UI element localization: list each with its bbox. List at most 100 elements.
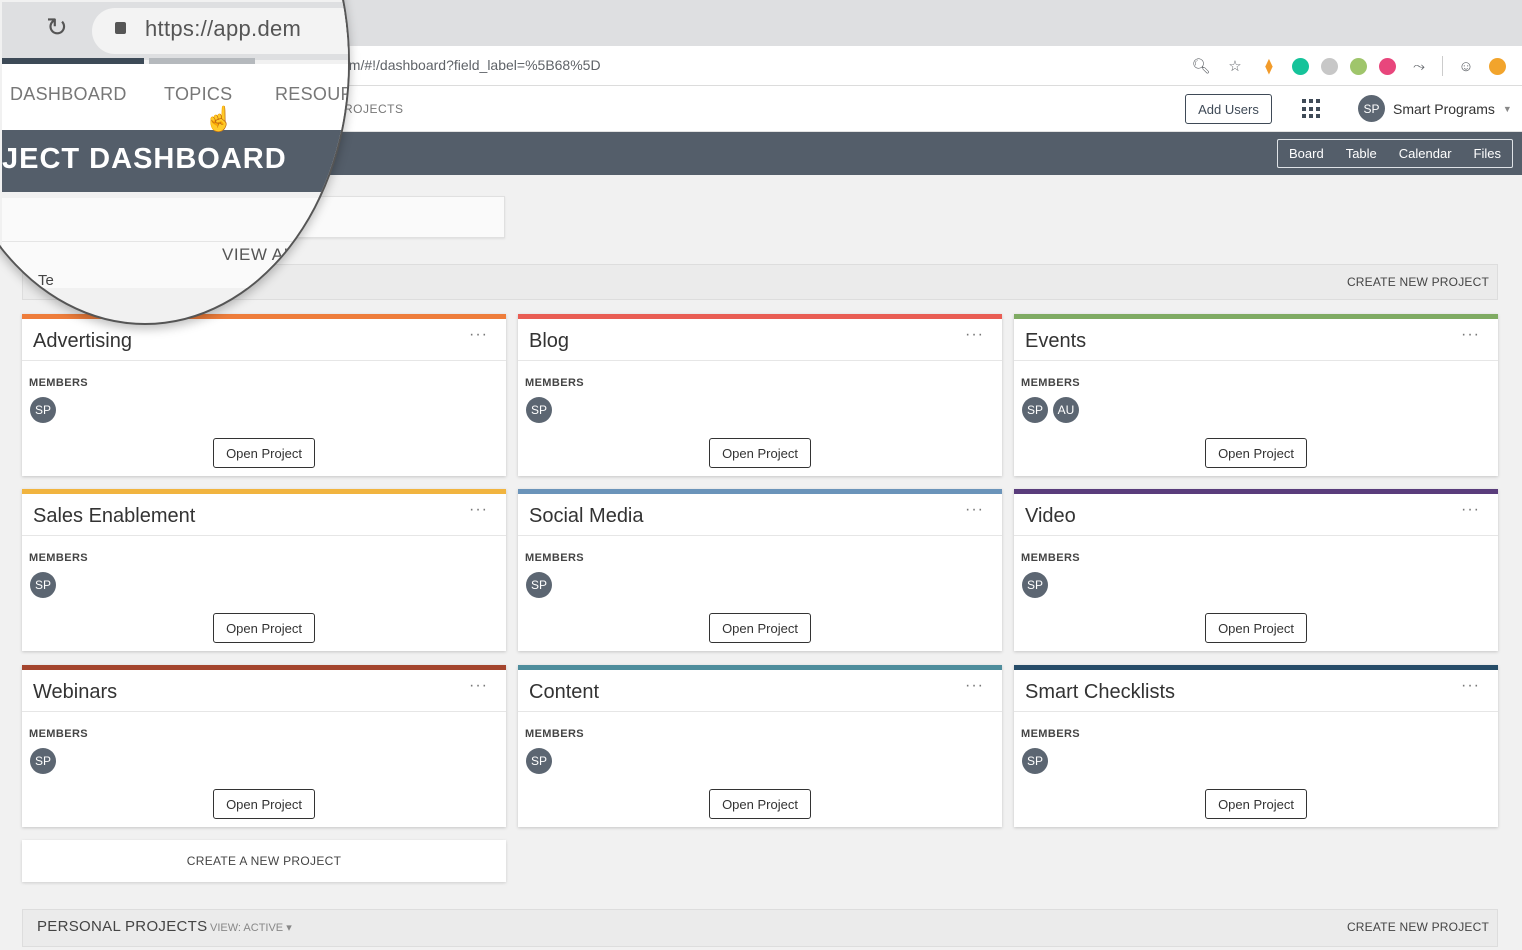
members-label: MEMBERS [29,552,89,564]
member-avatar[interactable]: AU [1053,397,1079,423]
create-new-project-card[interactable]: CREATE A NEW PROJECT [22,840,506,882]
more-options-icon[interactable]: ··· [965,326,984,344]
rss-icon[interactable]: ⧫ [1258,55,1280,77]
open-project-button[interactable]: Open Project [1205,438,1307,468]
project-title[interactable]: Sales Enablement [33,505,195,528]
reload-icon[interactable]: ↻ [46,12,68,43]
member-avatar[interactable]: SP [1022,397,1048,423]
more-options-icon[interactable]: ··· [1461,677,1480,695]
project-color-stripe [518,665,1002,670]
card-divider [1014,535,1498,536]
member-avatar[interactable]: SP [30,748,56,774]
personal-projects-bar: PERSONAL PROJECTS VIEW: ACTIVE ▾ CREATE … [22,909,1498,947]
project-color-stripe [1014,489,1498,494]
android-icon[interactable] [1350,57,1367,75]
project-title[interactable]: Smart Checklists [1025,681,1175,704]
more-options-icon[interactable]: ··· [469,677,488,695]
open-project-button[interactable]: Open Project [1205,789,1307,819]
open-project-button[interactable]: Open Project [709,789,811,819]
member-list: SP [526,748,552,774]
magnified-url[interactable]: https://app.dem [145,16,301,42]
create-new-project-link[interactable]: CREATE NEW PROJECT [1347,275,1489,289]
project-color-stripe [518,489,1002,494]
pink-extension-icon[interactable] [1379,57,1396,75]
url-text[interactable]: com/#!/dashboard?field_label=%5B68%5D [334,57,601,73]
member-avatar[interactable]: SP [526,748,552,774]
project-title[interactable]: Blog [529,330,569,353]
project-card: Social Media ··· MEMBERS SP Open Project [518,489,1002,651]
view-files[interactable]: Files [1463,146,1512,161]
project-color-stripe [518,314,1002,319]
nav-tab-topics[interactable]: TOPICS [164,84,232,105]
open-project-button[interactable]: Open Project [213,438,315,468]
member-avatar[interactable]: SP [1022,748,1048,774]
personal-projects-title: PERSONAL PROJECTS [37,918,208,935]
project-card: Content ··· MEMBERS SP Open Project [518,665,1002,827]
project-color-stripe [1014,314,1498,319]
member-list: SP [1022,572,1048,598]
members-label: MEMBERS [1021,552,1081,564]
extension-t-icon[interactable] [1321,57,1338,75]
card-divider [518,535,1002,536]
star-icon[interactable]: ☆ [1224,55,1246,77]
create-personal-project-link[interactable]: CREATE NEW PROJECT [1347,920,1489,934]
member-avatar[interactable]: SP [30,397,56,423]
view-calendar[interactable]: Calendar [1388,146,1463,161]
more-options-icon[interactable]: ··· [469,326,488,344]
card-divider [22,711,506,712]
project-card: Webinars ··· MEMBERS SP Open Project [22,665,506,827]
project-title[interactable]: Social Media [529,505,644,528]
card-divider [22,535,506,536]
view-filter-dropdown[interactable]: VIEW: ACTIVE ▾ [210,921,292,934]
members-label: MEMBERS [1021,377,1081,389]
member-avatar[interactable]: SP [526,572,552,598]
open-project-button[interactable]: Open Project [709,438,811,468]
project-title[interactable]: Video [1025,505,1076,528]
members-label: MEMBERS [1021,728,1081,740]
grammarly-icon[interactable] [1292,57,1309,75]
project-card: Sales Enablement ··· MEMBERS SP Open Project [22,489,506,651]
nav-tab-resources[interactable]: RESOUR [275,84,348,105]
more-options-icon[interactable]: ··· [965,501,984,519]
member-list: SP [30,572,56,598]
member-avatar[interactable]: SP [526,397,552,423]
more-options-icon[interactable]: ··· [469,501,488,519]
project-title[interactable]: Content [529,681,599,704]
project-title[interactable]: Advertising [33,330,132,353]
nav-projects-link[interactable]: ROJECTS [344,102,404,116]
member-avatar[interactable]: SP [1022,572,1048,598]
extension-divider [1442,56,1443,76]
view-table[interactable]: Table [1335,146,1388,161]
more-options-icon[interactable]: ··· [965,677,984,695]
browser-extensions: 🔍︎ ☆ ⧫ ⤳ ☺ [1190,55,1506,77]
apps-grid-icon[interactable] [1302,99,1322,119]
view-board[interactable]: Board [1278,146,1335,161]
member-avatar[interactable]: SP [30,572,56,598]
view-switcher: Board Table Calendar Files [1277,139,1513,168]
open-project-button[interactable]: Open Project [1205,613,1307,643]
more-options-icon[interactable]: ··· [1461,501,1480,519]
view-all-link[interactable]: VIEW ALL P [222,245,320,265]
open-project-button[interactable]: Open Project [213,613,315,643]
open-project-button[interactable]: Open Project [213,789,315,819]
nav-tab-dashboard[interactable]: DASHBOARD [10,84,127,105]
project-color-stripe [1014,665,1498,670]
member-list: SP [30,748,56,774]
pin-icon[interactable]: ⤳ [1408,55,1430,77]
project-card: Advertising ··· MEMBERS SP Open Project [22,314,506,476]
project-title[interactable]: Events [1025,330,1086,353]
user-avatar: SP [1358,95,1385,122]
more-options-icon[interactable]: ··· [1461,326,1480,344]
magnified-search[interactable] [2,198,348,242]
open-project-button[interactable]: Open Project [709,613,811,643]
profile-icon[interactable]: ☺ [1455,55,1477,77]
member-list: SP [526,572,552,598]
orange-extension-icon[interactable] [1489,57,1506,75]
add-users-button[interactable]: Add Users [1185,94,1272,124]
project-title[interactable]: Webinars [33,681,117,704]
lock-icon [115,22,126,34]
user-name: Smart Programs [1393,100,1495,117]
user-menu[interactable]: SP Smart Programs ▼ [1358,95,1512,122]
project-color-stripe [22,665,506,670]
zoom-icon[interactable]: 🔍︎ [1190,55,1212,77]
